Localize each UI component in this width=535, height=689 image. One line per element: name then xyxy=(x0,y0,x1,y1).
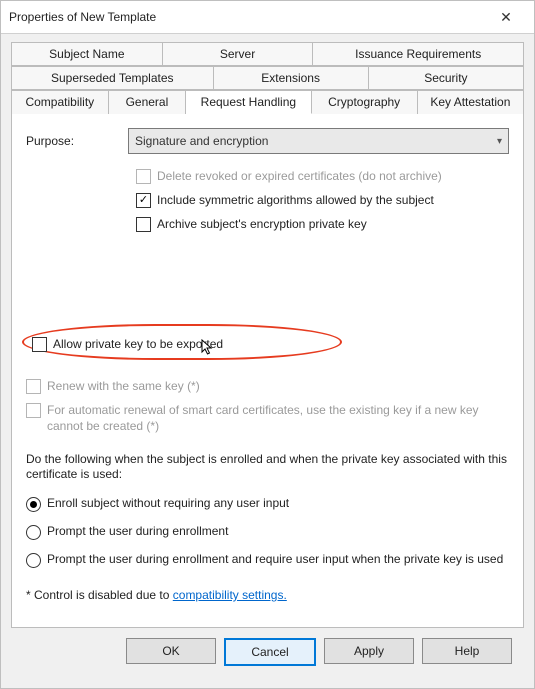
tab-request-handling[interactable]: Request Handling xyxy=(186,90,311,114)
footnote: * Control is disabled due to compatibili… xyxy=(26,588,509,602)
purpose-select[interactable]: Signature and encryption ▾ xyxy=(128,128,509,154)
dialog-body: Subject Name Server Issuance Requirement… xyxy=(1,34,534,688)
label-prompt-enroll-and-use: Prompt the user during enrollment and re… xyxy=(47,552,503,567)
highlight-allow-export: Allow private key to be exported xyxy=(26,332,509,362)
label-renew-same: Renew with the same key (*) xyxy=(47,378,200,394)
compatibility-settings-link[interactable]: compatibility settings. xyxy=(173,588,287,602)
tab-general[interactable]: General xyxy=(109,90,187,114)
dialog-buttons: OK Cancel Apply Help xyxy=(11,628,524,678)
ok-button[interactable]: OK xyxy=(126,638,216,664)
help-button[interactable]: Help xyxy=(422,638,512,664)
radio-prompt-enroll-and-use[interactable] xyxy=(26,553,41,568)
chevron-down-icon: ▾ xyxy=(497,136,502,147)
cancel-button[interactable]: Cancel xyxy=(224,638,316,666)
checkbox-auto-renew xyxy=(26,403,41,418)
tab-superseded-templates[interactable]: Superseded Templates xyxy=(11,66,214,90)
tab-content-request-handling: Purpose: Signature and encryption ▾ Dele… xyxy=(11,114,524,628)
tab-key-attestation[interactable]: Key Attestation xyxy=(418,90,524,114)
dialog-properties-new-template: Properties of New Template ✕ Subject Nam… xyxy=(0,0,535,689)
tab-security[interactable]: Security xyxy=(369,66,524,90)
radio-enroll-no-input[interactable] xyxy=(26,497,41,512)
checkbox-renew-same xyxy=(26,379,41,394)
checkbox-include-symmetric[interactable]: ✓ xyxy=(136,193,151,208)
label-enroll-no-input: Enroll subject without requiring any use… xyxy=(47,496,289,511)
purpose-value: Signature and encryption xyxy=(135,134,268,148)
enroll-intro: Do the following when the subject is enr… xyxy=(26,452,509,482)
label-delete-revoked: Delete revoked or expired certificates (… xyxy=(157,168,442,184)
checkbox-allow-export[interactable] xyxy=(32,337,47,352)
close-icon[interactable]: ✕ xyxy=(486,3,526,31)
tab-issuance-requirements[interactable]: Issuance Requirements xyxy=(313,42,524,66)
label-prompt-enroll: Prompt the user during enrollment xyxy=(47,524,228,539)
tab-cryptography[interactable]: Cryptography xyxy=(312,90,418,114)
radio-prompt-enroll[interactable] xyxy=(26,525,41,540)
tab-compatibility[interactable]: Compatibility xyxy=(11,90,109,114)
footnote-text: * Control is disabled due to xyxy=(26,588,173,602)
tab-extensions[interactable]: Extensions xyxy=(214,66,369,90)
purpose-label: Purpose: xyxy=(26,134,116,148)
label-allow-export: Allow private key to be exported xyxy=(53,336,223,352)
window-title: Properties of New Template xyxy=(9,10,486,24)
tab-strip: Subject Name Server Issuance Requirement… xyxy=(11,42,524,114)
tab-server[interactable]: Server xyxy=(163,42,314,66)
label-include-symmetric: Include symmetric algorithms allowed by … xyxy=(157,192,434,208)
cursor-icon xyxy=(201,339,215,357)
apply-button[interactable]: Apply xyxy=(324,638,414,664)
tab-subject-name[interactable]: Subject Name xyxy=(11,42,163,66)
label-auto-renew: For automatic renewal of smart card cert… xyxy=(47,402,509,434)
label-archive-key: Archive subject's encryption private key xyxy=(157,216,367,232)
checkbox-delete-revoked xyxy=(136,169,151,184)
titlebar: Properties of New Template ✕ xyxy=(1,1,534,34)
checkbox-archive-key[interactable] xyxy=(136,217,151,232)
